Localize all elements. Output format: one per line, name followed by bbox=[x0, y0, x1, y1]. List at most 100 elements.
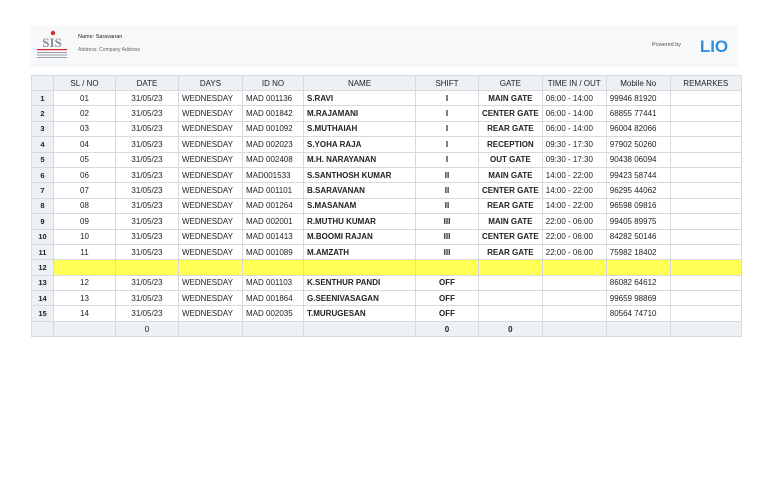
cell-day[interactable]: WEDNESDAY bbox=[178, 213, 243, 230]
cell-mobile[interactable]: 99405 89975 bbox=[605, 213, 671, 230]
cell-day[interactable]: WEDNESDAY bbox=[178, 197, 243, 215]
cell-name[interactable]: S.MUTHAIAH bbox=[303, 120, 416, 138]
col-header-shift[interactable]: SHIFT bbox=[415, 75, 479, 91]
row-number[interactable]: 5 bbox=[31, 151, 54, 168]
row-number[interactable]: 10 bbox=[31, 228, 54, 245]
cell-remarks[interactable] bbox=[669, 136, 742, 153]
cell-name[interactable]: S.YOHA RAJA bbox=[303, 136, 416, 153]
cell-remarks[interactable] bbox=[669, 243, 742, 261]
cell-sl[interactable]: 05 bbox=[53, 151, 116, 168]
cell-day[interactable]: WEDNESDAY bbox=[178, 136, 243, 153]
row-number[interactable]: 15 bbox=[31, 305, 54, 322]
cell-date[interactable]: 31/05/23 bbox=[115, 274, 179, 292]
cell-day[interactable] bbox=[178, 320, 243, 338]
cell-gate[interactable]: OUT GATE bbox=[478, 151, 543, 168]
cell-date[interactable]: 31/05/23 bbox=[115, 105, 179, 122]
cell-sl[interactable] bbox=[53, 259, 116, 276]
cell-name[interactable]: G.SEENIVASAGAN bbox=[303, 290, 416, 307]
cell-gate[interactable] bbox=[478, 290, 543, 307]
cell-time[interactable] bbox=[541, 274, 607, 292]
cell-shift[interactable]: I bbox=[415, 89, 479, 107]
cell-gate[interactable]: CENTER GATE bbox=[478, 105, 543, 122]
cell-name[interactable]: B.SARAVANAN bbox=[303, 182, 416, 199]
cell-name[interactable] bbox=[303, 259, 416, 276]
row-number[interactable] bbox=[31, 320, 54, 338]
cell-shift[interactable]: I bbox=[415, 120, 479, 138]
cell-shift[interactable]: III bbox=[415, 228, 479, 245]
cell-sl[interactable]: 10 bbox=[53, 228, 116, 245]
cell-date[interactable]: 31/05/23 bbox=[115, 213, 179, 230]
cell-id[interactable]: MAD 001101 bbox=[242, 182, 304, 199]
cell-id[interactable]: MAD 002023 bbox=[242, 136, 304, 153]
row-number[interactable]: 9 bbox=[31, 213, 54, 230]
cell-remarks[interactable] bbox=[669, 182, 742, 199]
cell-sl[interactable]: 12 bbox=[53, 274, 116, 292]
cell-remarks[interactable] bbox=[669, 151, 742, 168]
cell-remarks[interactable] bbox=[669, 89, 742, 107]
col-header-id[interactable]: ID NO bbox=[242, 75, 304, 91]
cell-sl[interactable]: 09 bbox=[53, 213, 116, 230]
cell-day[interactable]: WEDNESDAY bbox=[178, 151, 243, 168]
cell-day[interactable]: WEDNESDAY bbox=[178, 290, 243, 307]
cell-date[interactable]: 31/05/23 bbox=[115, 182, 179, 199]
cell-time[interactable]: 14:00 - 22:00 bbox=[541, 182, 607, 199]
cell-time[interactable] bbox=[541, 320, 607, 338]
cell-remarks[interactable] bbox=[669, 274, 742, 292]
cell-name[interactable]: M.RAJAMANI bbox=[303, 105, 416, 122]
cell-mobile[interactable]: 86082 64612 bbox=[605, 274, 671, 292]
row-number[interactable]: 7 bbox=[31, 182, 54, 199]
cell-sl[interactable] bbox=[53, 320, 116, 338]
cell-sl[interactable]: 06 bbox=[53, 166, 116, 184]
cell-date[interactable]: 31/05/23 bbox=[115, 136, 179, 153]
cell-date[interactable]: 31/05/23 bbox=[115, 305, 179, 322]
col-header-gate[interactable]: GATE bbox=[478, 75, 543, 91]
cell-shift[interactable]: OFF bbox=[415, 290, 479, 307]
cell-day[interactable]: WEDNESDAY bbox=[178, 243, 243, 261]
row-number[interactable]: 3 bbox=[31, 120, 54, 138]
cell-remarks[interactable] bbox=[669, 213, 742, 230]
cell-time[interactable]: 22:00 - 06:00 bbox=[541, 228, 607, 245]
cell-name[interactable]: S.RAVI bbox=[303, 89, 416, 107]
cell-name[interactable]: R.MUTHU KUMAR bbox=[303, 213, 416, 230]
col-header-time[interactable]: TIME IN / OUT bbox=[541, 75, 607, 91]
row-number[interactable]: 4 bbox=[31, 136, 54, 153]
cell-gate[interactable]: REAR GATE bbox=[478, 120, 543, 138]
cell-mobile[interactable]: 97902 50260 bbox=[605, 136, 671, 153]
cell-remarks[interactable] bbox=[669, 105, 742, 122]
cell-name[interactable]: M.H. NARAYANAN bbox=[303, 151, 416, 168]
cell-sl[interactable]: 04 bbox=[53, 136, 116, 153]
cell-sl[interactable]: 01 bbox=[53, 89, 116, 107]
cell-date[interactable] bbox=[115, 259, 179, 276]
cell-date[interactable]: 31/05/23 bbox=[115, 151, 179, 168]
cell-sl[interactable]: 14 bbox=[53, 305, 116, 322]
cell-remarks[interactable] bbox=[669, 228, 742, 245]
cell-name[interactable]: T.MURUGESAN bbox=[303, 305, 416, 322]
cell-mobile[interactable]: 75982 18402 bbox=[605, 243, 671, 261]
cell-gate[interactable] bbox=[478, 305, 543, 322]
cell-mobile[interactable]: 68855 77441 bbox=[605, 105, 671, 122]
cell-shift[interactable]: 0 bbox=[415, 320, 479, 338]
cell-gate[interactable]: MAIN GATE bbox=[478, 166, 543, 184]
cell-shift[interactable]: II bbox=[415, 166, 479, 184]
cell-sl[interactable]: 03 bbox=[53, 120, 116, 138]
cell-gate[interactable]: 0 bbox=[478, 320, 543, 338]
cell-id[interactable]: MAD 002408 bbox=[242, 151, 304, 168]
cell-mobile[interactable]: 99946 81920 bbox=[605, 89, 671, 107]
cell-mobile[interactable]: 80564 74710 bbox=[605, 305, 671, 322]
cell-shift[interactable]: I bbox=[415, 136, 479, 153]
cell-id[interactable]: MAD 001864 bbox=[242, 290, 304, 307]
cell-date[interactable]: 31/05/23 bbox=[115, 197, 179, 215]
cell-day[interactable]: WEDNESDAY bbox=[178, 166, 243, 184]
cell-remarks[interactable] bbox=[669, 166, 742, 184]
cell-mobile[interactable] bbox=[605, 320, 671, 338]
cell-date[interactable]: 31/05/23 bbox=[115, 89, 179, 107]
row-number[interactable]: 13 bbox=[31, 274, 54, 292]
cell-day[interactable] bbox=[178, 259, 243, 276]
cell-id[interactable]: MAD 001092 bbox=[242, 120, 304, 138]
col-header-mobile[interactable]: Mobile No bbox=[605, 75, 671, 91]
col-header-name[interactable]: NAME bbox=[303, 75, 416, 91]
cell-gate[interactable]: REAR GATE bbox=[478, 197, 543, 215]
col-header-sl[interactable]: SL / NO bbox=[53, 75, 116, 91]
cell-remarks[interactable] bbox=[669, 290, 742, 307]
cell-date[interactable]: 31/05/23 bbox=[115, 243, 179, 261]
